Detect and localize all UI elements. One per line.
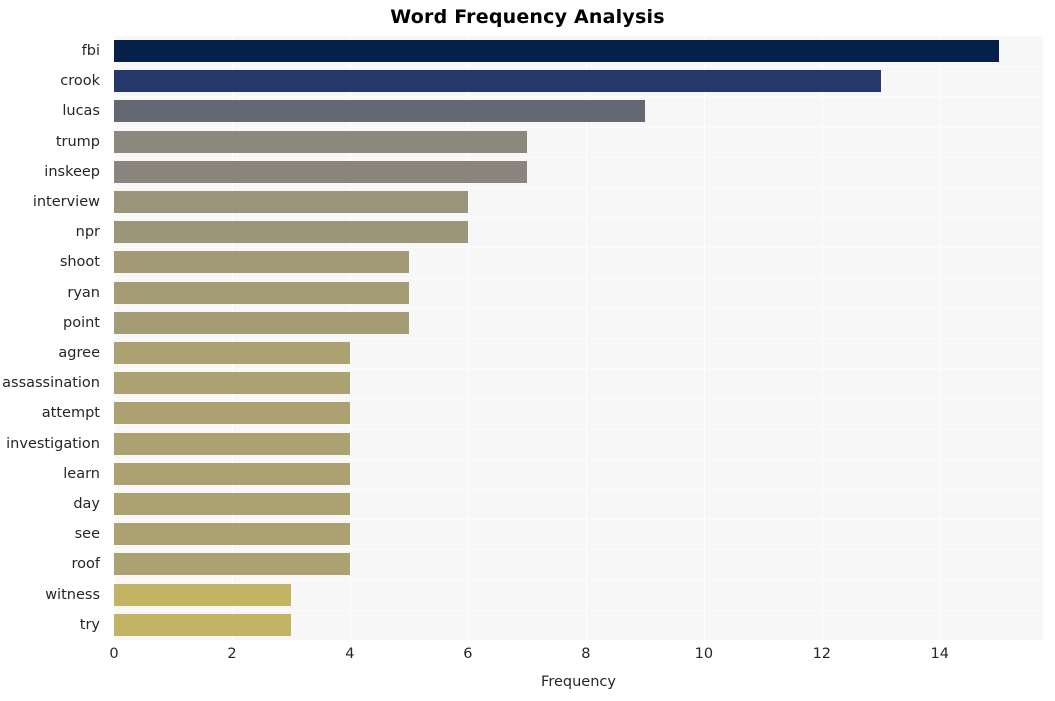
bar-row xyxy=(114,187,1043,217)
y-tick-label-inskeep: inskeep xyxy=(44,163,100,180)
bar-row xyxy=(114,338,1043,368)
bar-interview xyxy=(114,191,468,214)
bar-row xyxy=(114,308,1043,338)
x-tick-label-8: 8 xyxy=(581,646,591,662)
y-tick-label-trump: trump xyxy=(55,133,100,150)
y-tick-label-learn: learn xyxy=(63,465,100,482)
y-tick-label-fbi: fbi xyxy=(81,43,100,59)
word-frequency-chart: Word Frequency Analysis fbi crook lucas tru… xyxy=(0,0,1055,701)
y-tick-label-try: try xyxy=(79,616,100,633)
bar-attempt xyxy=(114,402,350,425)
y-tick-label-npr: npr xyxy=(75,224,100,241)
bar-try xyxy=(114,613,291,636)
bar-npr xyxy=(114,221,468,244)
bar-row xyxy=(114,36,1043,66)
bar-row xyxy=(114,96,1043,126)
x-tick-label-10: 10 xyxy=(694,646,714,662)
bar-inskeep xyxy=(114,160,527,183)
bar-agree xyxy=(114,342,350,365)
y-tick-label-agree: agree xyxy=(58,345,100,361)
bar-row xyxy=(114,247,1043,277)
x-axis-title: Frequency xyxy=(541,674,616,690)
y-tick-label-day: day xyxy=(73,496,100,512)
bar-roof xyxy=(114,553,350,576)
bar-fbi xyxy=(114,40,999,63)
y-tick-label-interview: interview xyxy=(32,194,100,210)
plot-area xyxy=(114,36,1043,640)
bar-assassination xyxy=(114,372,350,395)
bar-trump xyxy=(114,130,527,153)
y-tick-label-crook: crook xyxy=(60,73,100,90)
y-tick-label-point: point xyxy=(63,314,100,331)
x-tick-label-0: 0 xyxy=(109,646,119,662)
x-tick-label-6: 6 xyxy=(463,646,473,662)
bar-lucas xyxy=(114,100,645,123)
y-tick-label-lucas: lucas xyxy=(62,103,100,120)
bar-row xyxy=(114,217,1043,247)
bar-row xyxy=(114,429,1043,459)
y-tick-label-investigation: investigation xyxy=(6,435,100,452)
bar-see xyxy=(114,523,350,546)
bar-point xyxy=(114,311,409,334)
y-tick-label-witness: witness xyxy=(45,586,100,603)
bar-row xyxy=(114,489,1043,519)
y-axis-tick-labels: fbi crook lucas trump inskeep interview npr sho… xyxy=(0,36,106,640)
bar-row xyxy=(114,66,1043,96)
bar-row xyxy=(114,519,1043,549)
x-tick-label-12: 12 xyxy=(812,646,832,662)
chart-title: Word Frequency Analysis xyxy=(390,6,665,28)
bar-row xyxy=(114,278,1043,308)
x-tick-label-14: 14 xyxy=(930,646,949,662)
y-tick-label-shoot: shoot xyxy=(59,254,100,271)
bar-row xyxy=(114,549,1043,579)
bar-witness xyxy=(114,583,291,606)
x-tick-label-4: 4 xyxy=(345,646,355,662)
bar-row xyxy=(114,157,1043,187)
x-axis-tick-labels: 0 2 4 6 8 10 12 14 xyxy=(109,646,1043,670)
y-tick-label-see: see xyxy=(74,526,100,543)
bar-shoot xyxy=(114,251,409,274)
y-tick-label-ryan: ryan xyxy=(67,284,100,301)
y-tick-label-attempt: attempt xyxy=(41,405,100,422)
bar-row xyxy=(114,459,1043,489)
bar-day xyxy=(114,493,350,516)
bar-row xyxy=(114,127,1043,157)
bar-row xyxy=(114,368,1043,398)
bar-row xyxy=(114,610,1043,640)
bar-investigation xyxy=(114,432,350,455)
bar-learn xyxy=(114,462,350,485)
bar-crook xyxy=(114,70,881,93)
bar-row xyxy=(114,398,1043,428)
y-tick-label-roof: roof xyxy=(71,556,101,573)
y-tick-label-assassination: assassination xyxy=(2,375,100,392)
bar-ryan xyxy=(114,281,409,304)
x-tick-label-2: 2 xyxy=(227,646,237,662)
bar-row xyxy=(114,580,1043,610)
